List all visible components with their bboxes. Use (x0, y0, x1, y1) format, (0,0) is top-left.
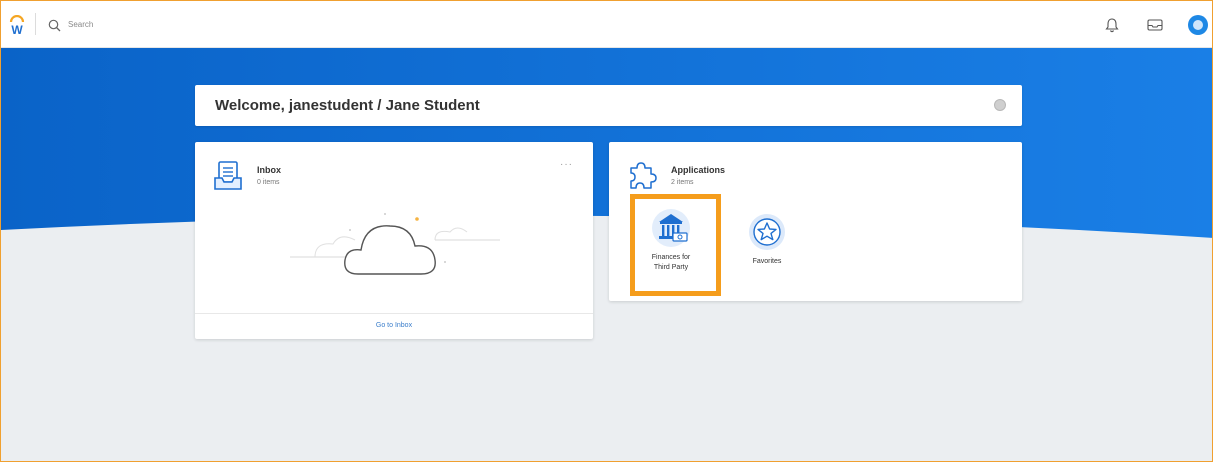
highlight-box (630, 194, 721, 296)
applications-title[interactable]: Applications (671, 165, 725, 175)
app-favorites[interactable]: Favorites (737, 212, 797, 267)
search-icon[interactable] (48, 19, 61, 32)
bell-icon[interactable] (1105, 17, 1119, 33)
go-to-inbox-link[interactable]: Go to Inbox (376, 322, 412, 329)
avatar[interactable] (1188, 15, 1208, 35)
more-options-icon[interactable]: ··· (560, 160, 573, 170)
workday-logo-icon[interactable]: W (8, 15, 26, 35)
welcome-banner: Welcome, janestudent / Jane Student (195, 85, 1022, 126)
inbox-count: 0 items (257, 179, 280, 186)
welcome-title: Welcome, janestudent / Jane Student (215, 97, 480, 114)
divider (35, 13, 36, 35)
empty-cloud-illustration (290, 213, 500, 275)
puzzle-icon (630, 162, 657, 189)
top-bar: W Search (1, 1, 1212, 48)
star-icon (749, 214, 785, 250)
inbox-footer: Go to Inbox (195, 313, 593, 339)
svg-text:W: W (11, 23, 23, 35)
inbox-tray-icon (214, 161, 242, 190)
search-input[interactable]: Search (68, 20, 93, 29)
gear-icon[interactable] (994, 99, 1006, 111)
inbox-icon[interactable] (1147, 19, 1163, 31)
inbox-card[interactable]: Inbox 0 items ··· Go to Inbox (195, 142, 593, 339)
inbox-title[interactable]: Inbox (257, 165, 281, 175)
applications-count: 2 items (671, 179, 694, 186)
app-label-favorites: Favorites (752, 258, 782, 265)
app-window: W Search Welcome, janestudent / Jane Stu… (0, 0, 1213, 462)
